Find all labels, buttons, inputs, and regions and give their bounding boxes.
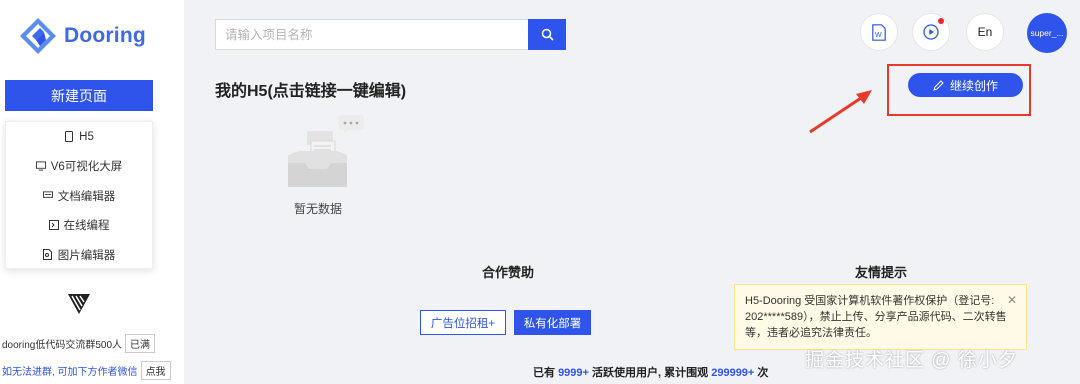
new-page-button[interactable]: 新建页面 bbox=[5, 80, 153, 111]
video-tutorial-button[interactable] bbox=[912, 13, 950, 51]
menu-item-label: 图片编辑器 bbox=[57, 249, 116, 262]
stats-mid: 活跃使用用户, 累计围观 bbox=[592, 367, 709, 379]
group-row: dooring低代码交流群500人 已满 bbox=[2, 334, 156, 353]
friendly-tips-title: 友情提示 bbox=[855, 265, 908, 280]
search-icon bbox=[541, 28, 554, 41]
views-count: 299999+ bbox=[711, 367, 755, 379]
code-icon bbox=[48, 220, 59, 231]
menu-item-doc-editor[interactable]: 文档编辑器 bbox=[6, 181, 152, 211]
sidebar: Dooring 新建页面 H5 V6可视化大屏 文档编辑器 在线编程 图片编辑器… bbox=[0, 0, 184, 384]
menu-item-online-coding[interactable]: 在线编程 bbox=[6, 211, 152, 241]
usage-stats: 已有 9999+ 活跃使用用户, 累计围观 299999+ 次 bbox=[533, 364, 768, 380]
empty-inbox-icon bbox=[288, 115, 364, 187]
click-me-button[interactable]: 点我 bbox=[140, 361, 171, 380]
logo-text: Dooring bbox=[64, 24, 146, 47]
pen-icon bbox=[933, 79, 944, 91]
play-icon bbox=[923, 24, 939, 40]
private-deploy-button[interactable]: 私有化部署 bbox=[514, 310, 591, 335]
search-button[interactable] bbox=[528, 19, 566, 50]
search-bar bbox=[215, 19, 566, 50]
group-full-button[interactable]: 已满 bbox=[125, 334, 156, 353]
logo[interactable]: Dooring bbox=[18, 16, 146, 56]
wechat-row: 如无法进群, 可加下方作者微信 点我 bbox=[2, 361, 171, 380]
language-toggle-button[interactable]: En bbox=[966, 13, 1004, 51]
new-page-menu: H5 V6可视化大屏 文档编辑器 在线编程 图片编辑器 bbox=[5, 121, 153, 269]
continue-creating-button[interactable]: 继续创作 bbox=[908, 73, 1023, 97]
mobile-icon bbox=[64, 131, 74, 143]
menu-item-label: V6可视化大屏 bbox=[50, 161, 123, 174]
empty-text: 暂无数据 bbox=[294, 202, 343, 216]
monitor-icon bbox=[35, 161, 46, 171]
notice-text: H5-Dooring 受国家计算机软件著作权保护（登记号: 202*****58… bbox=[745, 295, 1007, 339]
stats-prefix: 已有 bbox=[533, 367, 555, 379]
svg-text:W: W bbox=[875, 32, 882, 39]
image-file-icon bbox=[43, 249, 53, 261]
ad-space-button[interactable]: 广告位招租+ bbox=[420, 310, 506, 335]
watermark: 掘金技术社区 @ 徐小夕 bbox=[805, 350, 1018, 371]
sponsor-title: 合作赞助 bbox=[482, 265, 535, 280]
menu-item-label: H5 bbox=[79, 130, 94, 143]
menu-item-image-editor[interactable]: 图片编辑器 bbox=[6, 240, 152, 270]
word-doc-icon: W bbox=[872, 23, 886, 41]
red-arrow-annotation bbox=[809, 90, 872, 134]
active-users-count: 9999+ bbox=[558, 367, 589, 379]
menu-item-label: 在线编程 bbox=[63, 220, 110, 233]
wechat-text: 如无法进群, 可加下方作者微信 bbox=[2, 367, 138, 378]
page-title: 我的H5(点击链接一键编辑) bbox=[215, 83, 407, 100]
word-doc-button[interactable]: W bbox=[860, 13, 898, 51]
continue-label: 继续创作 bbox=[949, 78, 998, 93]
dooring-logo-icon bbox=[20, 18, 56, 54]
stats-suffix: 次 bbox=[757, 367, 769, 379]
user-avatar[interactable]: super_... bbox=[1027, 13, 1067, 53]
group-text: dooring低代码交流群500人 bbox=[2, 340, 123, 351]
keyboard-icon bbox=[42, 191, 53, 201]
notification-dot bbox=[938, 18, 944, 24]
menu-item-h5[interactable]: H5 bbox=[6, 122, 152, 152]
menu-item-v6-screen[interactable]: V6可视化大屏 bbox=[6, 152, 152, 182]
close-icon[interactable]: ✕ bbox=[1007, 292, 1017, 308]
brand-mark-icon bbox=[68, 294, 90, 314]
menu-item-label: 文档编辑器 bbox=[57, 190, 116, 203]
copyright-notice: H5-Dooring 受国家计算机软件著作权保护（登记号: 202*****58… bbox=[734, 284, 1027, 350]
search-input[interactable] bbox=[215, 19, 528, 50]
